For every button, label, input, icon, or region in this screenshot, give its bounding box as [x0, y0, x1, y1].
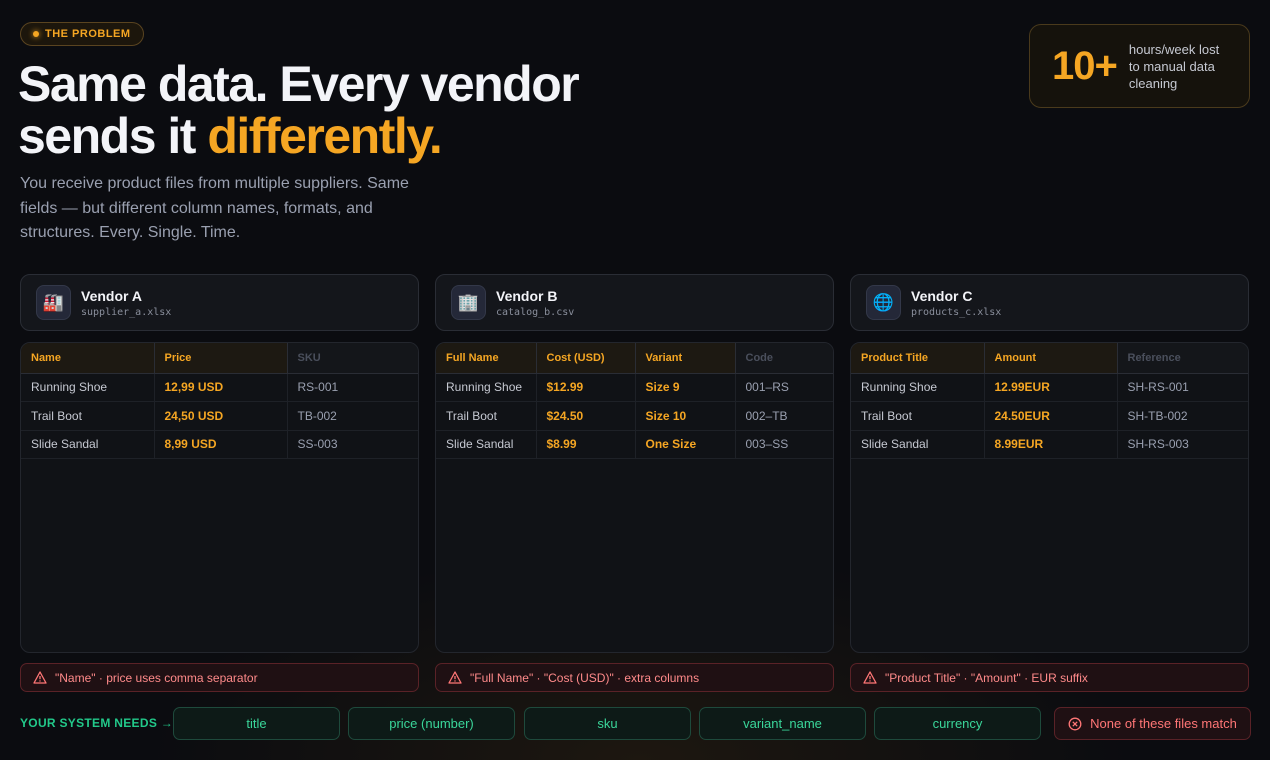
no-match-text: None of these files match [1090, 716, 1237, 731]
table-row: Running Shoe 12.99EUR SH-RS-001 [851, 373, 1248, 402]
vendor-b-warning: "Full Name" · "Cost (USD)" · extra colum… [435, 663, 834, 692]
headline-line2-prefix: sends it [18, 108, 208, 164]
table-row: Trail Boot $24.50 Size 10 002–TB [436, 401, 833, 431]
table-cell: Trail Boot [21, 401, 155, 431]
vendor-a-warning: "Name" · price uses comma separator [20, 663, 419, 692]
column-header: Name [21, 343, 155, 374]
column-header: Amount [984, 343, 1118, 374]
table-cell: RS-001 [287, 373, 418, 402]
table-cell: 12.99EUR [984, 373, 1118, 402]
table-cell: Size 10 [635, 401, 736, 431]
warning-text: "Full Name" · "Cost (USD)" · extra colum… [470, 670, 700, 685]
table-cell: SS-003 [287, 430, 418, 459]
column-header: Reference [1117, 343, 1248, 374]
table-cell: TB-002 [287, 401, 418, 431]
warning-triangle-icon [863, 671, 877, 684]
table-cell: 002–TB [735, 401, 833, 431]
warning-triangle-icon [33, 671, 47, 684]
table-row: Trail Boot 24.50EUR SH-TB-002 [851, 401, 1248, 431]
error-circle-x-icon [1068, 717, 1082, 731]
vendor-file: products_c.xlsx [911, 306, 1002, 318]
no-match-status: None of these files match [1054, 707, 1251, 740]
headline-accent: differently [207, 108, 430, 164]
table-cell: 12,99 USD [154, 373, 288, 402]
table-row: Trail Boot 24,50 USD TB-002 [21, 401, 418, 431]
required-field-chip: sku [524, 707, 691, 740]
warning-text: "Name" · price uses comma separator [55, 670, 258, 685]
table-cell: $12.99 [536, 373, 636, 402]
factory-icon: 🏭 [36, 285, 71, 320]
warning-triangle-icon [448, 671, 462, 684]
table-cell: One Size [635, 430, 736, 459]
section-badge: THE PROBLEM [20, 22, 144, 46]
headline-line1: Same data. Every vendor [18, 56, 580, 112]
vendor-b-table: Full Name Cost (USD) Variant Code Runnin… [435, 342, 834, 653]
table-row: Slide Sandal 8,99 USD SS-003 [21, 430, 418, 459]
vendor-c-table: Product Title Amount Reference Running S… [850, 342, 1249, 653]
system-needs-label: YOUR SYSTEM NEEDS → [20, 716, 174, 730]
table-cell: Slide Sandal [436, 430, 537, 459]
table-cell: 003–SS [735, 430, 833, 459]
column-header: SKU [287, 343, 418, 374]
headline-suffix: . [428, 108, 443, 164]
table-row: Running Shoe $12.99 Size 9 001–RS [436, 373, 833, 402]
stat-card: 10+ hours/week lost to manual data clean… [1029, 24, 1250, 108]
table-cell: 8.99EUR [984, 430, 1118, 459]
table-cell: 8,99 USD [154, 430, 288, 459]
vendor-name: Vendor C [911, 287, 973, 304]
globe-icon: 🌐 [866, 285, 901, 320]
table-cell: Trail Boot [851, 401, 985, 431]
badge-label: THE PROBLEM [45, 28, 131, 40]
table-cell: SH-TB-002 [1117, 401, 1248, 431]
required-field-chip: title [173, 707, 340, 740]
column-header: Price [154, 343, 288, 374]
table-cell: $24.50 [536, 401, 636, 431]
column-header: Full Name [436, 343, 537, 374]
page-subtitle: You receive product files from multiple … [20, 175, 409, 241]
table-cell: Running Shoe [21, 373, 155, 402]
vendor-name: Vendor A [81, 287, 142, 304]
column-header: Cost (USD) [536, 343, 636, 374]
table-cell: Running Shoe [436, 373, 537, 402]
table-row: Running Shoe 12,99 USD RS-001 [21, 373, 418, 402]
table-cell: 24.50EUR [984, 401, 1118, 431]
warning-text: "Product Title" · "Amount" · EUR suffix [885, 670, 1088, 685]
vendor-file: catalog_b.csv [496, 306, 575, 318]
column-header: Product Title [851, 343, 985, 374]
required-field-chip: price (number) [348, 707, 515, 740]
vendor-b-header: 🏢 Vendor B catalog_b.csv [435, 274, 834, 331]
table-row: Slide Sandal 8.99EUR SH-RS-003 [851, 430, 1248, 459]
table-cell: Running Shoe [851, 373, 985, 402]
vendor-name: Vendor B [496, 287, 558, 304]
table-row: Slide Sandal $8.99 One Size 003–SS [436, 430, 833, 459]
required-field-chip: currency [874, 707, 1041, 740]
vendor-c-header: 🌐 Vendor C products_c.xlsx [850, 274, 1249, 331]
table-cell: SH-RS-003 [1117, 430, 1248, 459]
table-cell: $8.99 [536, 430, 636, 459]
column-header: Variant [635, 343, 736, 374]
vendor-a-table: Name Price SKU Running Shoe 12,99 USD RS… [20, 342, 419, 653]
table-cell: 001–RS [735, 373, 833, 402]
vendor-a-header: 🏭 Vendor A supplier_a.xlsx [20, 274, 419, 331]
table-cell: SH-RS-001 [1117, 373, 1248, 402]
table-cell: Slide Sandal [21, 430, 155, 459]
required-field-chip: variant_name [699, 707, 866, 740]
table-cell: Size 9 [635, 373, 736, 402]
vendor-file: supplier_a.xlsx [81, 306, 172, 318]
office-building-icon: 🏢 [451, 285, 486, 320]
table-cell: Trail Boot [436, 401, 537, 431]
page-title: Same data. Every vendor sends it differe… [18, 56, 580, 164]
column-header: Code [735, 343, 833, 374]
stat-label: hours/week lost to manual data cleaning [1128, 41, 1220, 91]
stat-value: 10+ [1052, 43, 1118, 88]
table-cell: 24,50 USD [154, 401, 288, 431]
table-cell: Slide Sandal [851, 430, 985, 459]
badge-dot-icon [33, 31, 39, 37]
vendor-c-warning: "Product Title" · "Amount" · EUR suffix [850, 663, 1249, 692]
